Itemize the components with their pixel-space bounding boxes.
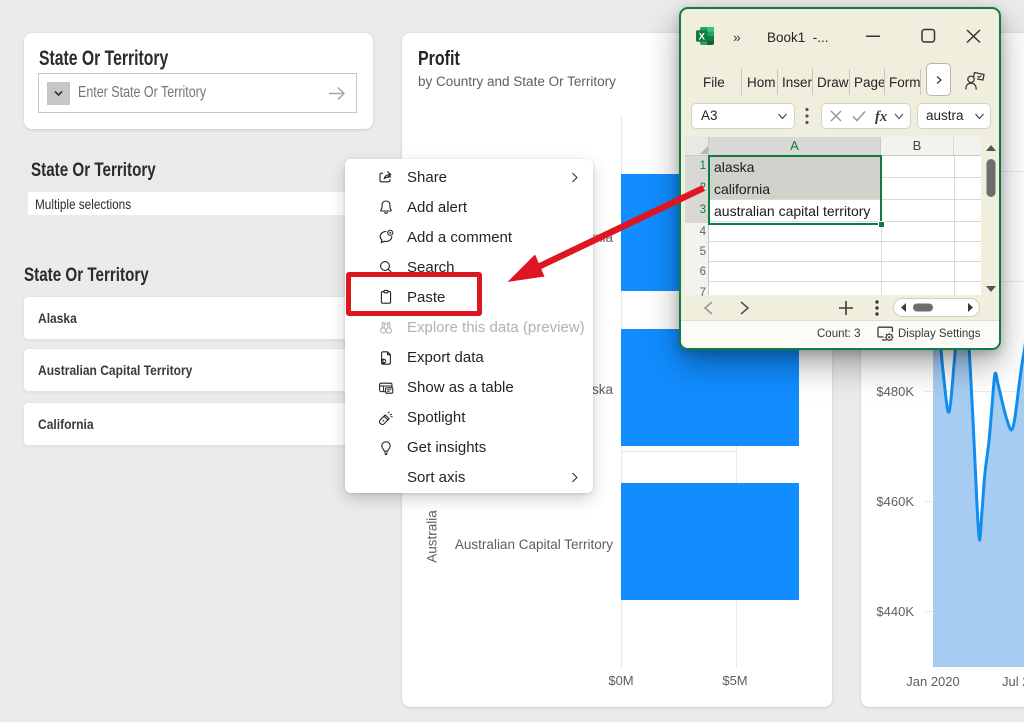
svg-text:fx: fx	[875, 109, 887, 124]
svg-text:X: X	[699, 31, 706, 42]
